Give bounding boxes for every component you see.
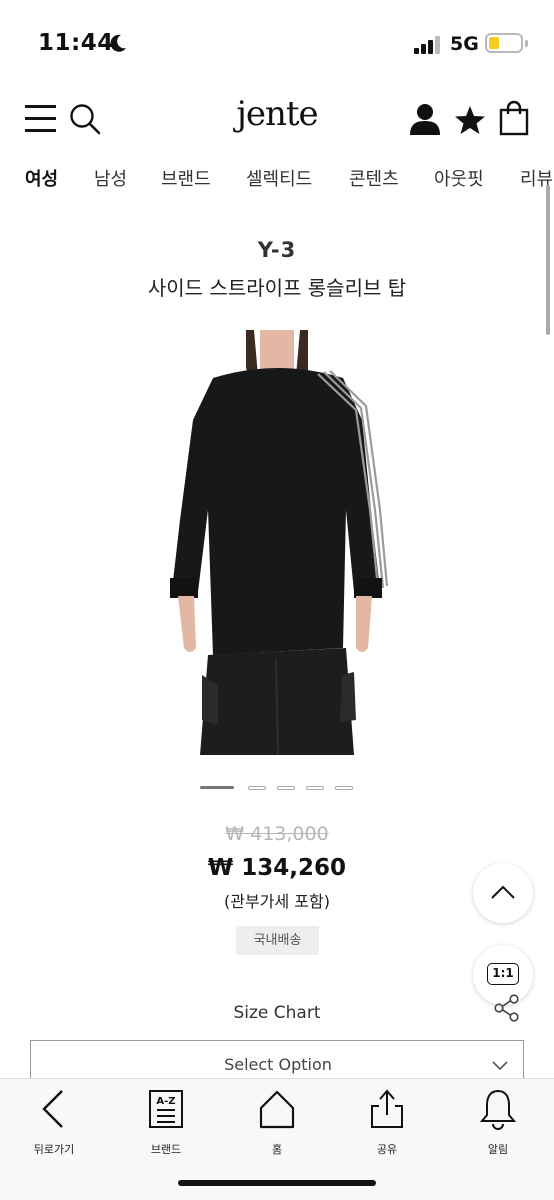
toolbar-home-button[interactable]: 홈 — [237, 1087, 317, 1157]
toolbar-back-button[interactable]: 뒤로가기 — [14, 1087, 94, 1157]
size-chart-link[interactable]: Size Chart — [0, 1003, 554, 1023]
category-tab-women[interactable]: 여성 — [25, 165, 58, 191]
pagination-dot-active[interactable] — [200, 786, 234, 789]
jente-logo[interactable]: jente — [230, 94, 324, 134]
status-bar: 11:44 5G — [0, 0, 554, 80]
status-time: 11:44 — [38, 30, 114, 56]
back-arrow-icon — [42, 1090, 63, 1128]
signal-icon — [414, 34, 440, 54]
a-z-brand-icon: A-Z — [149, 1090, 183, 1128]
shipping-badge: 국내배송 — [236, 926, 319, 955]
pagination-dot[interactable] — [248, 786, 266, 790]
product-name: 사이드 스트라이프 롱슬리브 탑 — [147, 276, 407, 300]
category-nav: 여성 남성 브랜드 셀렉티드 콘텐츠 아웃핏 리뷰 — [0, 165, 554, 195]
toolbar-home-label: 홈 — [271, 1143, 283, 1156]
toolbar-back-label: 뒤로가기 — [33, 1143, 75, 1156]
user-icon[interactable] — [408, 102, 442, 136]
network-type: 5G — [450, 33, 479, 55]
search-icon[interactable] — [68, 102, 102, 136]
scroll-top-button[interactable] — [473, 863, 533, 923]
select-option-label: Select Option — [224, 1055, 332, 1074]
share-upload-icon — [371, 1089, 403, 1128]
image-pagination — [200, 786, 360, 792]
price-note: (관부가세 포함) — [224, 892, 330, 911]
svg-text:A-Z: A-Z — [156, 1096, 175, 1107]
pagination-dot[interactable] — [335, 786, 353, 790]
category-tab-men[interactable]: 남성 — [94, 165, 127, 191]
toolbar-alert-button[interactable]: 알림 — [458, 1087, 538, 1157]
chevron-up-icon — [491, 885, 515, 899]
chat-label: 1:1 — [487, 963, 519, 985]
home-icon — [259, 1090, 295, 1129]
moon-icon — [110, 34, 126, 52]
chevron-down-icon — [492, 1061, 508, 1071]
pagination-dot[interactable] — [277, 786, 295, 790]
toolbar-share-label: 공유 — [376, 1143, 398, 1156]
home-indicator — [178, 1180, 376, 1186]
category-tab-selected[interactable]: 셀렉티드 — [246, 165, 312, 191]
toolbar-brand-label: 브랜드 — [150, 1143, 182, 1156]
category-tab-brand[interactable]: 브랜드 — [161, 165, 211, 191]
toolbar-brand-button[interactable]: A-Z 브랜드 — [126, 1087, 206, 1157]
battery-icon — [485, 33, 523, 53]
category-tab-outfit[interactable]: 아웃핏 — [434, 165, 484, 191]
category-tab-contents[interactable]: 콘텐츠 — [349, 165, 399, 191]
product-brand[interactable]: Y-3 — [0, 238, 554, 262]
original-price: ₩ 413,000 — [225, 823, 329, 845]
sale-price: ₩ 134,260 — [207, 855, 347, 881]
star-icon[interactable] — [454, 104, 486, 136]
toolbar-share-button[interactable]: 공유 — [347, 1087, 427, 1157]
pagination-dot[interactable] — [306, 786, 324, 790]
product-image[interactable] — [158, 330, 388, 755]
bell-icon — [479, 1089, 517, 1130]
toolbar-alert-label: 알림 — [487, 1143, 509, 1156]
menu-icon[interactable] — [25, 105, 56, 132]
bag-icon[interactable] — [498, 100, 530, 136]
app-header: jente — [0, 90, 554, 150]
